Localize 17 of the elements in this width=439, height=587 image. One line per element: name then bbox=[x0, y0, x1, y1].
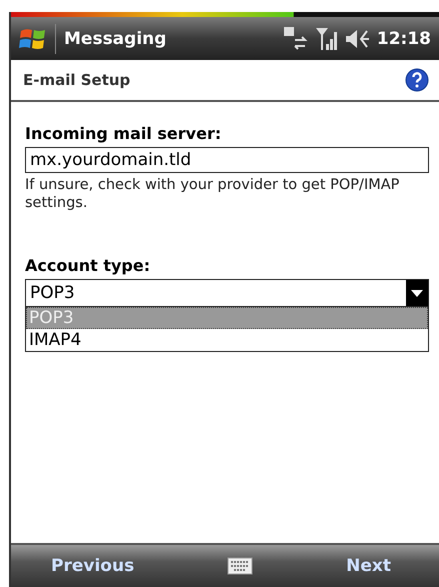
help-icon[interactable] bbox=[405, 68, 429, 92]
hint-text: If unsure, check with your provider to get POP/IMAP settings. bbox=[25, 176, 400, 212]
speaker-icon bbox=[344, 28, 371, 50]
field-label: Account type: bbox=[25, 256, 152, 276]
signal-icon bbox=[314, 26, 339, 52]
page-title: E-mail Setup bbox=[23, 71, 130, 89]
keyboard-icon[interactable] bbox=[227, 556, 254, 576]
account-type-dropdown[interactable]: POP3 bbox=[25, 279, 429, 308]
data-connection-icon bbox=[282, 26, 309, 52]
app-title: Messaging bbox=[64, 28, 168, 48]
next-soft-key[interactable]: Next bbox=[346, 556, 391, 576]
dropdown-caret-icon bbox=[411, 290, 423, 297]
clock: 12:18 bbox=[376, 28, 431, 48]
previous-soft-key[interactable]: Previous bbox=[51, 556, 134, 576]
dropdown-option[interactable]: IMAP4 bbox=[26, 329, 428, 352]
server-input-field[interactable]: mx.yourdomain.tld bbox=[25, 147, 429, 173]
field-label: Incoming mail server: bbox=[25, 124, 222, 143]
